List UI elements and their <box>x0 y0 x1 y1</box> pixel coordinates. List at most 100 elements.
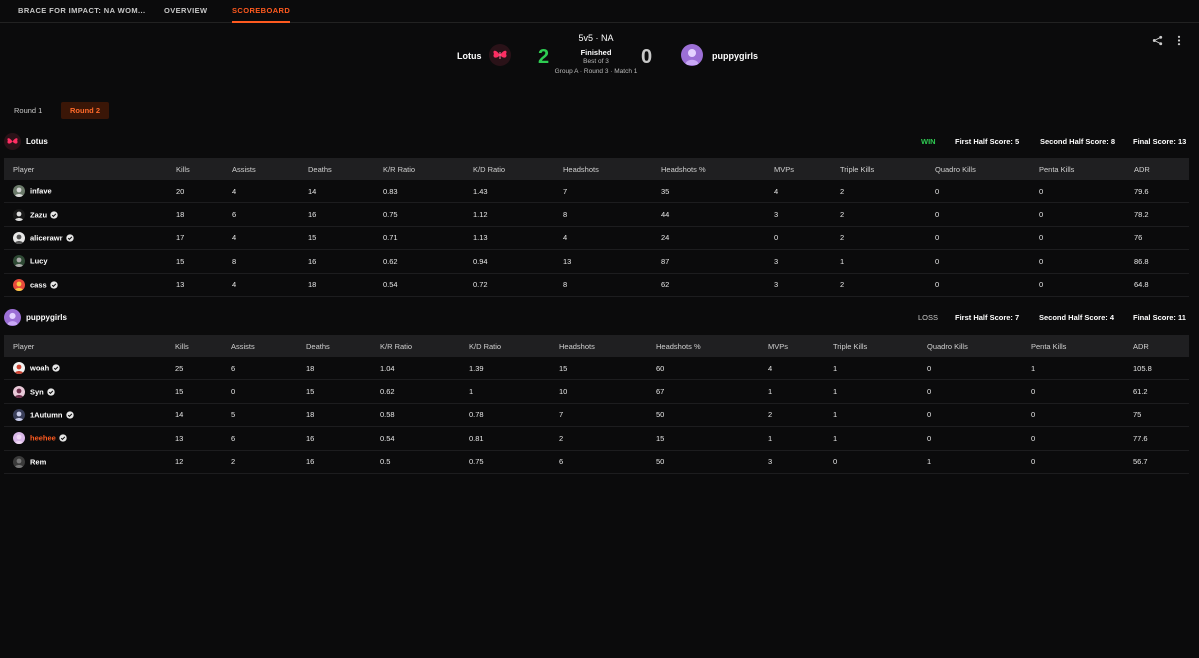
player-name[interactable]: infave <box>30 187 52 196</box>
team2-table: Player Kills Assists Deaths K/R Ratio K/D Rat… <box>4 335 1189 474</box>
column-header[interactable]: Triple Kills <box>833 335 927 357</box>
column-header[interactable]: K/R Ratio <box>380 335 469 357</box>
stat-cell: 87 <box>661 249 774 274</box>
player-name[interactable]: cass <box>30 280 47 289</box>
column-header[interactable]: Headshots % <box>656 335 768 357</box>
stat-cell: 18 <box>306 403 380 428</box>
table-row: infave 20 4 14 0.83 1.43 7 35 4 2 0 0 79.6 <box>4 180 1189 204</box>
stat-cell: 4 <box>768 357 833 381</box>
stat-cell: 4 <box>232 226 308 251</box>
stat-cell: 6 <box>559 450 656 474</box>
stat-cell: 10 <box>559 379 656 404</box>
column-header[interactable]: Headshots <box>563 158 661 180</box>
avatar[interactable] <box>13 408 25 421</box>
stat-cell: 0.81 <box>469 426 559 451</box>
stat-cell: 16 <box>306 426 380 451</box>
column-header[interactable]: Penta Kills <box>1039 158 1134 180</box>
avatar[interactable] <box>13 385 25 398</box>
column-header[interactable]: Headshots <box>559 335 656 357</box>
column-header[interactable]: K/D Ratio <box>473 158 563 180</box>
tab-scoreboard[interactable]: SCOREBOARD <box>232 6 291 23</box>
player-cell: cass <box>4 273 176 297</box>
column-header[interactable]: ADR <box>1133 335 1189 357</box>
player-name[interactable]: Lucy <box>30 257 48 266</box>
column-header[interactable]: Kills <box>176 158 232 180</box>
stat-cell: 2 <box>840 180 935 204</box>
stat-cell: 0.94 <box>473 249 563 274</box>
verified-icon <box>59 434 67 443</box>
avatar[interactable] <box>13 208 25 221</box>
avatar[interactable] <box>13 432 25 445</box>
player-name[interactable]: woah <box>30 364 49 373</box>
stat-cell: 0 <box>1039 226 1134 251</box>
more-options-icon[interactable] <box>1176 35 1182 46</box>
stat-cell: 61.2 <box>1133 379 1189 404</box>
column-header[interactable]: Player <box>4 335 175 357</box>
column-header[interactable]: Deaths <box>308 158 383 180</box>
player-name[interactable]: heehee <box>30 434 56 443</box>
stat-cell: 0 <box>231 379 306 404</box>
column-header[interactable]: K/D Ratio <box>469 335 559 357</box>
column-header[interactable]: Quadro Kills <box>935 158 1039 180</box>
stat-cell: 1 <box>833 426 927 451</box>
player-name[interactable]: 1Autumn <box>30 410 63 419</box>
tab-overview[interactable]: OVERVIEW <box>164 6 208 15</box>
round-2-tab[interactable]: Round 2 <box>61 102 109 119</box>
column-header[interactable]: Assists <box>231 335 306 357</box>
stat-cell: 14 <box>308 180 383 204</box>
stat-cell: 8 <box>563 273 661 297</box>
stat-cell: 18 <box>306 357 380 381</box>
avatar[interactable] <box>13 185 25 198</box>
team2-final: Final Score: 11 <box>1133 313 1186 322</box>
column-header[interactable]: MVPs <box>774 158 840 180</box>
team1-result: WIN <box>921 137 936 146</box>
round-1-tab[interactable]: Round 1 <box>5 102 51 119</box>
stat-cell: 0 <box>927 426 1031 451</box>
column-header[interactable]: Player <box>4 158 176 180</box>
stat-cell: 0.62 <box>380 379 469 404</box>
player-cell: Lucy <box>4 249 176 274</box>
stat-cell: 2 <box>559 426 656 451</box>
stat-cell: 86.8 <box>1134 249 1189 274</box>
avatar[interactable] <box>13 362 25 375</box>
column-header[interactable]: MVPs <box>768 335 833 357</box>
stat-cell: 0.75 <box>469 450 559 474</box>
column-header[interactable]: Headshots % <box>661 158 774 180</box>
column-header[interactable]: Deaths <box>306 335 380 357</box>
stat-cell: 0 <box>774 226 840 251</box>
stat-cell: 0 <box>1031 403 1133 428</box>
tab-tournament[interactable]: BRACE FOR IMPACT: NA WOM... <box>18 6 145 15</box>
player-name[interactable]: alicerawr <box>30 233 63 242</box>
stat-cell: 1 <box>469 379 559 404</box>
column-header[interactable]: Penta Kills <box>1031 335 1133 357</box>
avatar[interactable] <box>13 231 25 244</box>
stat-cell: 24 <box>661 226 774 251</box>
stat-cell: 0.72 <box>473 273 563 297</box>
column-header[interactable]: Quadro Kills <box>927 335 1031 357</box>
player-cell: Syn <box>4 379 175 404</box>
stat-cell: 0.75 <box>383 202 473 227</box>
team1-logo <box>489 44 511 66</box>
avatar[interactable] <box>13 278 25 291</box>
player-name[interactable]: Syn <box>30 387 44 396</box>
avatar[interactable] <box>13 255 25 268</box>
column-header[interactable]: Kills <box>175 335 231 357</box>
stat-cell: 0 <box>927 357 1031 381</box>
column-header[interactable]: Triple Kills <box>840 158 935 180</box>
player-name[interactable]: Rem <box>30 457 46 466</box>
column-header[interactable]: K/R Ratio <box>383 158 473 180</box>
stat-cell: 0 <box>1039 273 1134 297</box>
stat-cell: 1 <box>768 426 833 451</box>
team1-rows: infave 20 4 14 0.83 1.43 7 35 4 2 0 0 79.6 Zazu 18 6 16 0… <box>4 180 1189 297</box>
column-header[interactable]: Assists <box>232 158 308 180</box>
player-name[interactable]: Zazu <box>30 210 47 219</box>
table-row: heehee 13 6 16 0.54 0.81 2 15 1 1 0 0 77.6 <box>4 426 1189 451</box>
stat-cell: 18 <box>308 273 383 297</box>
column-header[interactable]: ADR <box>1134 158 1189 180</box>
share-icon[interactable] <box>1152 35 1163 46</box>
stat-cell: 75 <box>1133 403 1189 428</box>
avatar[interactable] <box>13 455 25 468</box>
stat-cell: 79.6 <box>1134 180 1189 204</box>
player-cell: Rem <box>4 450 175 474</box>
table-row: Lucy 15 8 16 0.62 0.94 13 87 3 1 0 0 86.8 <box>4 249 1189 274</box>
